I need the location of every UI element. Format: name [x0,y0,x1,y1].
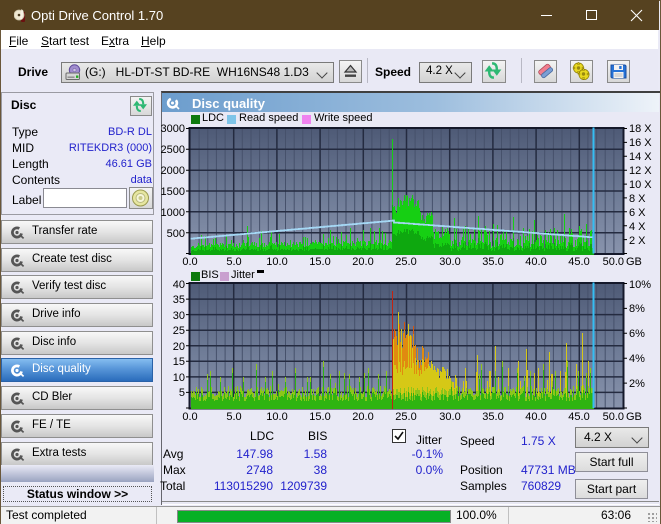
svg-text:GB: GB [626,411,642,423]
svg-text:35.0: 35.0 [482,411,503,423]
svg-text:0.0: 0.0 [182,411,197,423]
svg-text:15.0: 15.0 [309,411,330,423]
svg-text:20.0: 20.0 [352,411,373,423]
svg-text:35: 35 [173,294,185,306]
svg-text:10%: 10% [629,279,651,291]
svg-text:40: 40 [173,279,185,291]
svg-text:10: 10 [173,372,185,384]
svg-text:30: 30 [173,310,185,322]
svg-text:2%: 2% [629,378,645,390]
svg-text:25: 25 [173,325,185,337]
svg-text:25.0: 25.0 [395,411,416,423]
svg-text:4%: 4% [629,353,645,365]
svg-text:40.0: 40.0 [525,411,546,423]
svg-text:6%: 6% [629,328,645,340]
svg-text:10.0: 10.0 [266,411,287,423]
svg-text:30.0: 30.0 [439,411,460,423]
svg-text:5: 5 [179,387,185,399]
svg-text:8%: 8% [629,303,645,315]
svg-text:5.0: 5.0 [226,411,241,423]
svg-text:20: 20 [173,341,185,353]
svg-text:15: 15 [173,356,185,368]
svg-text:50.0: 50.0 [603,411,624,423]
svg-text:45.0: 45.0 [568,411,589,423]
